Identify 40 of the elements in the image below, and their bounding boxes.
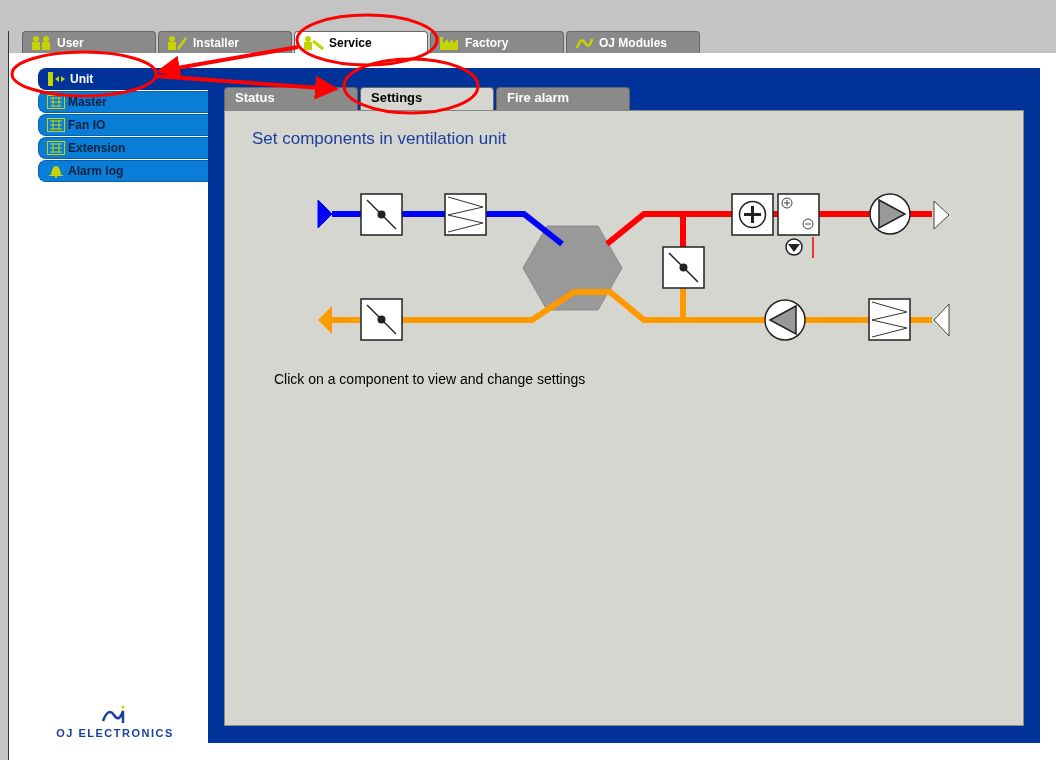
role-tab[interactable]: User bbox=[22, 31, 156, 53]
intake-icon bbox=[933, 303, 950, 337]
module-icon bbox=[47, 141, 65, 155]
role-tab[interactable]: Installer bbox=[158, 31, 292, 53]
person-wrench-icon bbox=[303, 35, 325, 50]
module-icon bbox=[47, 95, 65, 109]
section-heading: Set components in ventilation unit bbox=[252, 129, 508, 149]
damper-icon[interactable] bbox=[360, 193, 403, 236]
fan-icon[interactable] bbox=[764, 299, 806, 341]
sidebar-item[interactable]: Master bbox=[38, 91, 208, 113]
damper-icon[interactable] bbox=[360, 298, 403, 341]
exhaust-arrow-icon bbox=[318, 306, 332, 334]
role-tab[interactable]: OJ Modules bbox=[566, 31, 700, 53]
inlet-icon bbox=[317, 199, 333, 229]
person-wrench-icon bbox=[167, 35, 189, 50]
heat-exchanger-icon[interactable] bbox=[522, 225, 623, 311]
tab[interactable]: Settings bbox=[360, 87, 494, 110]
tab[interactable]: Status bbox=[224, 87, 358, 110]
sensor-line bbox=[812, 236, 814, 259]
outlet-icon bbox=[933, 200, 950, 230]
unit-icon bbox=[47, 72, 67, 86]
filter-icon[interactable] bbox=[868, 298, 911, 341]
logo-text: OJ ELECTRONICS bbox=[56, 727, 174, 739]
coil-icon[interactable] bbox=[777, 193, 820, 236]
damper-icon[interactable] bbox=[662, 246, 705, 289]
pump-icon bbox=[785, 238, 803, 256]
sidebar-item[interactable]: Fan IO bbox=[38, 114, 208, 136]
instruction-text: Click on a component to view and change settings bbox=[274, 371, 587, 387]
fan-icon[interactable] bbox=[869, 193, 911, 235]
role-tab[interactable]: Factory bbox=[430, 31, 564, 53]
factory-icon bbox=[439, 35, 461, 50]
sidebar-item[interactable]: Extension bbox=[38, 137, 208, 159]
bell-icon bbox=[47, 164, 65, 178]
module-icon bbox=[47, 118, 65, 132]
role-tab[interactable]: Service bbox=[294, 31, 428, 53]
filter-icon[interactable] bbox=[444, 193, 487, 236]
sidebar-item[interactable]: Alarm log bbox=[38, 160, 208, 182]
heater-icon[interactable] bbox=[731, 193, 774, 236]
people-icon bbox=[31, 35, 53, 50]
tab[interactable]: Fire alarm bbox=[496, 87, 630, 110]
